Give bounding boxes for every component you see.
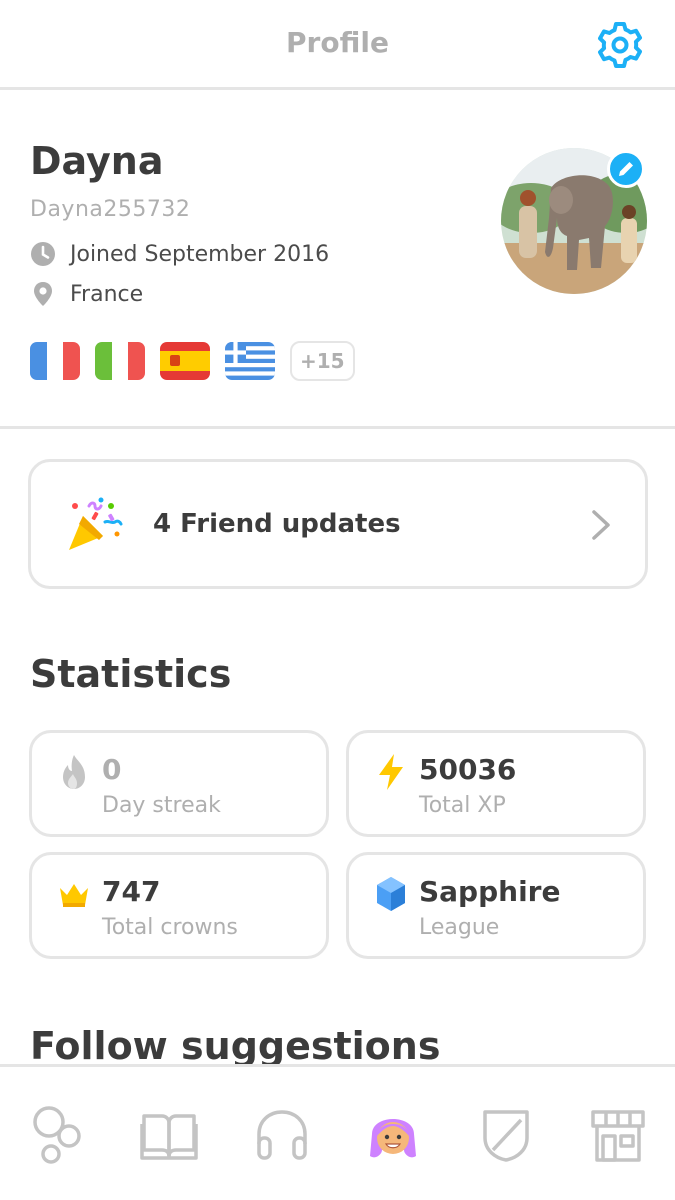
crowns-value: 747: [102, 875, 161, 908]
tab-podcast[interactable]: [252, 1103, 312, 1167]
language-flags: +15: [30, 341, 355, 381]
avatar-icon: [370, 1119, 416, 1158]
xp-value: 50036: [419, 753, 517, 786]
bottom-tab-bar: [0, 1064, 675, 1200]
book-icon: [140, 1114, 198, 1160]
page-title: Profile: [286, 26, 389, 59]
league-value: Sapphire: [419, 875, 561, 908]
lightning-icon: [379, 754, 403, 790]
profile-name: Dayna: [30, 139, 164, 183]
follow-suggestions-title: Follow suggestions: [30, 1024, 441, 1068]
stat-card-league: Sapphire League: [346, 852, 646, 959]
crown-icon: [60, 884, 88, 907]
tab-stories[interactable]: [139, 1103, 199, 1167]
sapphire-gem-icon: [377, 877, 405, 911]
location-text: France: [70, 281, 144, 307]
party-popper-icon: [69, 497, 123, 550]
italy-flag-icon[interactable]: [95, 342, 145, 380]
shield-icon: [483, 1110, 529, 1162]
shop-icon: [591, 1110, 645, 1162]
tab-leagues[interactable]: [476, 1103, 536, 1167]
joined-row: Joined September 2016: [30, 241, 329, 267]
chevron-right-icon: [592, 510, 610, 540]
tab-shop[interactable]: [588, 1103, 648, 1167]
stat-card-streak: 0 Day streak: [29, 730, 329, 837]
xp-label: Total XP: [419, 793, 506, 818]
league-label: League: [419, 915, 500, 940]
profile-username: Dayna255732: [30, 197, 191, 222]
clock-icon: [31, 242, 55, 266]
statistics-title: Statistics: [30, 652, 232, 696]
streak-value: 0: [102, 753, 122, 786]
friend-updates-label: 4 Friend updates: [153, 509, 401, 539]
location-row: France: [30, 281, 143, 307]
flame-icon: [63, 755, 85, 789]
friend-updates-card[interactable]: 4 Friend updates: [28, 459, 648, 589]
streak-label: Day streak: [102, 793, 221, 818]
top-bar: Profile: [0, 0, 675, 90]
crowns-label: Total crowns: [102, 915, 238, 940]
tab-learn[interactable]: [26, 1103, 86, 1167]
joined-date: Joined September 2016: [70, 241, 330, 267]
stat-card-crowns: 747 Total crowns: [29, 852, 329, 959]
tab-profile[interactable]: [363, 1103, 423, 1167]
avatar[interactable]: [501, 148, 647, 294]
more-languages-badge[interactable]: +15: [290, 341, 355, 381]
stat-card-xp: 50036 Total XP: [346, 730, 646, 837]
gear-icon[interactable]: [595, 20, 645, 70]
bubbles-icon: [33, 1106, 81, 1164]
greece-flag-icon[interactable]: [225, 342, 275, 380]
france-flag-icon[interactable]: [30, 342, 80, 380]
location-pin-icon: [34, 282, 52, 306]
profile-header: Dayna Dayna255732 Joined September 2016 …: [0, 93, 675, 426]
spain-flag-icon[interactable]: [160, 342, 210, 380]
section-divider: [0, 426, 675, 429]
pencil-icon[interactable]: [607, 150, 645, 188]
headphones-icon: [257, 1110, 307, 1160]
